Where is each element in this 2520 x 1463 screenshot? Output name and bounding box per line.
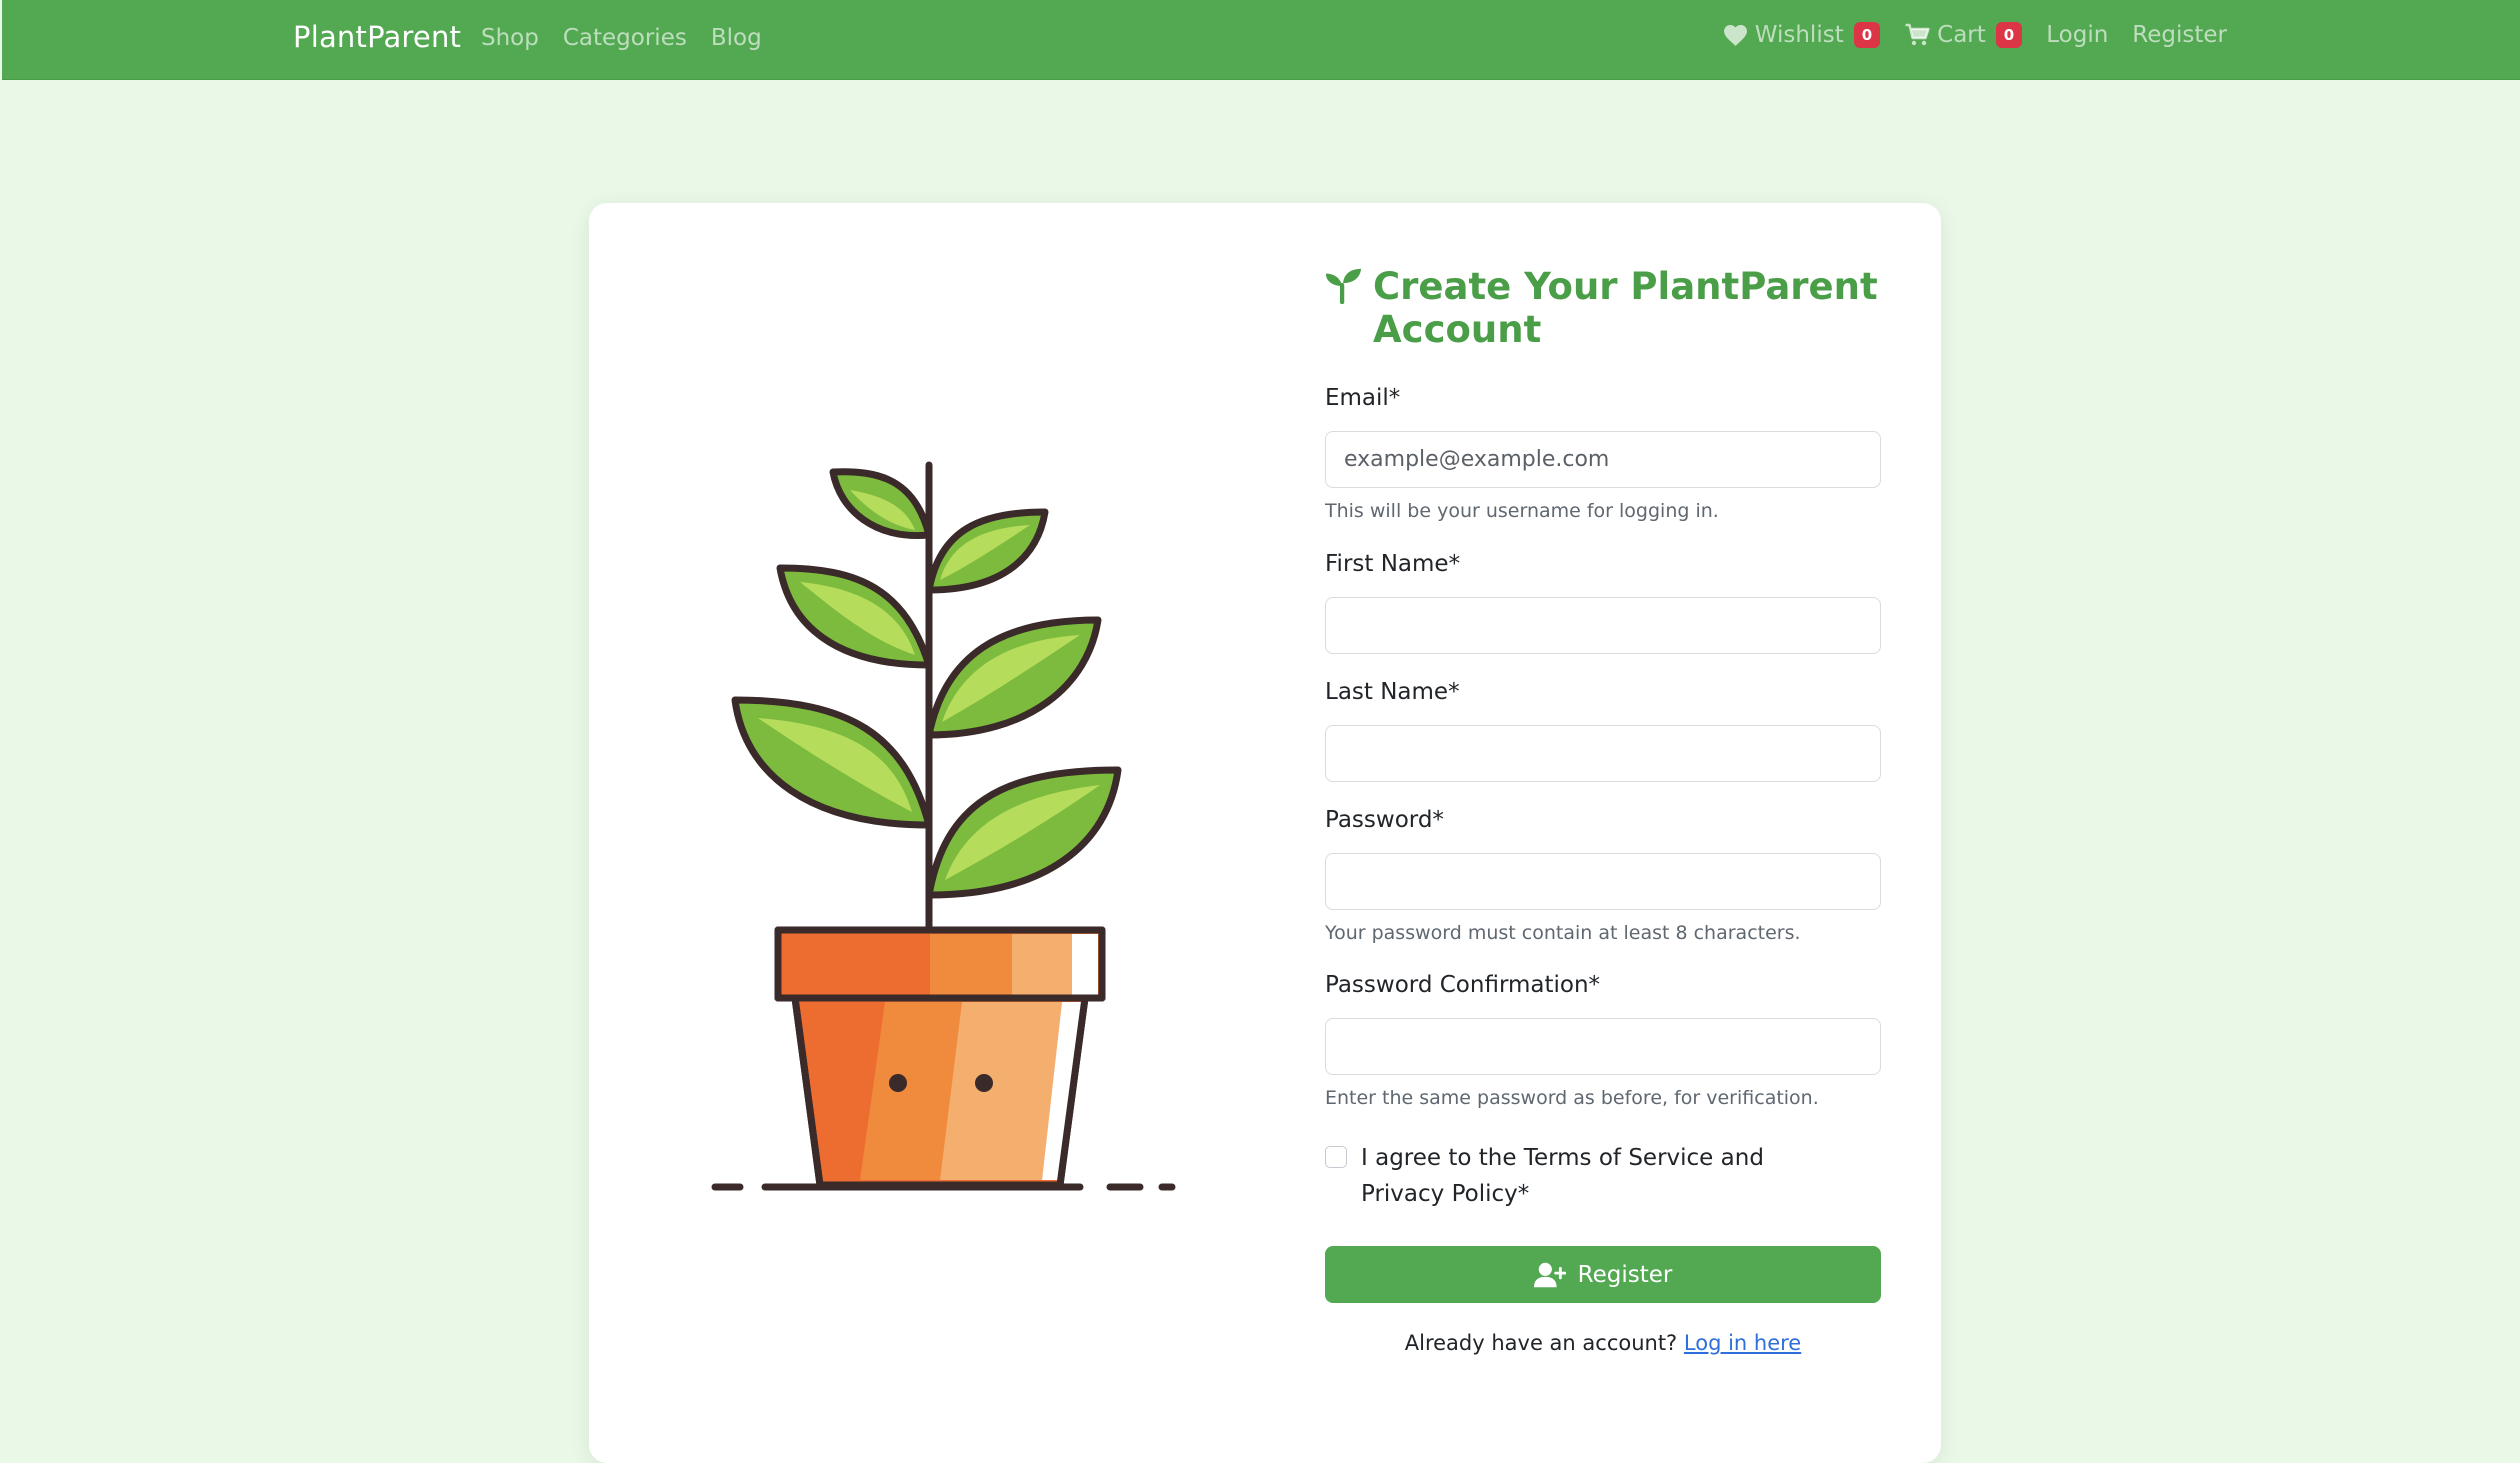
last-name-label: Last Name* <box>1325 679 1460 705</box>
heart-icon <box>1723 24 1747 46</box>
nav-link-login[interactable]: Login <box>2046 22 2108 48</box>
password-confirmation-label: Password Confirmation* <box>1325 972 1601 998</box>
email-help-text: This will be your username for logging i… <box>1325 500 1719 522</box>
first-name-field[interactable] <box>1325 597 1881 654</box>
first-name-label: First Name* <box>1325 551 1461 577</box>
nav-link-cart[interactable]: Cart 0 <box>1904 22 2023 48</box>
login-prompt-text: Already have an account? <box>1404 1331 1678 1355</box>
nav-right-links: Wishlist 0 Cart 0 Login Register <box>1722 22 2227 48</box>
register-form: Create Your PlantParent Account Email* T… <box>1325 265 1881 1355</box>
register-button-label: Register <box>1577 1261 1673 1288</box>
navbar: PlantParent Shop Categories Blog Wishlis… <box>2 0 2520 80</box>
nav-link-categories[interactable]: Categories <box>563 25 687 51</box>
terms-row: I agree to the Terms of Service and Priv… <box>1325 1140 1881 1212</box>
cart-count-badge: 0 <box>1995 22 2023 48</box>
nav-link-wishlist[interactable]: Wishlist 0 <box>1722 22 1881 48</box>
sprout-icon <box>1325 268 1362 304</box>
last-name-field[interactable] <box>1325 725 1881 782</box>
register-button[interactable]: Register <box>1325 1246 1881 1303</box>
nav-link-register[interactable]: Register <box>2132 22 2227 48</box>
login-prompt: Already have an account? Log in here <box>1325 1331 1881 1355</box>
login-link[interactable]: Log in here <box>1684 1331 1801 1355</box>
nav-link-shop[interactable]: Shop <box>481 25 539 51</box>
email-field[interactable] <box>1325 431 1881 488</box>
password-confirmation-help-text: Enter the same password as before, for v… <box>1325 1087 1819 1109</box>
email-label: Email* <box>1325 385 1401 411</box>
password-help-text: Your password must contain at least 8 ch… <box>1325 922 1801 944</box>
cart-label: Cart <box>1937 22 1986 48</box>
wishlist-count-badge: 0 <box>1853 22 1881 48</box>
password-field[interactable] <box>1325 853 1881 910</box>
nav-link-blog[interactable]: Blog <box>711 25 762 51</box>
user-plus-icon <box>1533 1262 1566 1287</box>
brand-logo[interactable]: PlantParent <box>293 20 461 54</box>
password-label: Password* <box>1325 807 1444 833</box>
potted-plant-illustration <box>711 461 1176 1191</box>
terms-label[interactable]: I agree to the Terms of Service and Priv… <box>1361 1140 1841 1212</box>
nav-left-links: Shop Categories Blog <box>481 25 762 51</box>
cart-icon <box>1905 23 1930 46</box>
form-title: Create Your PlantParent Account <box>1325 265 1881 351</box>
wishlist-label: Wishlist <box>1754 22 1844 48</box>
form-title-text: Create Your PlantParent Account <box>1373 265 1878 351</box>
terms-checkbox[interactable] <box>1325 1146 1347 1168</box>
password-confirmation-field[interactable] <box>1325 1018 1881 1075</box>
